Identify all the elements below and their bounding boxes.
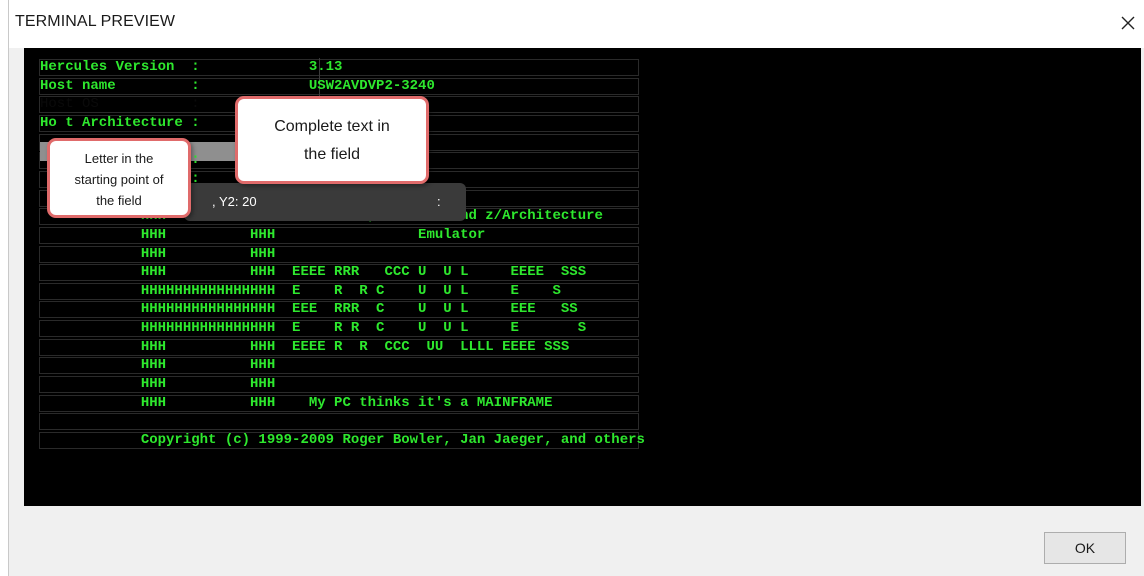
- terminal-line: HHH HHH: [40, 246, 276, 262]
- tooltip-left-text: , Y2: 20: [212, 194, 257, 209]
- close-icon: [1121, 16, 1135, 30]
- ok-button[interactable]: OK: [1044, 532, 1126, 564]
- close-button[interactable]: [1111, 6, 1144, 40]
- terminal-line: HHH HHH Emulator: [40, 227, 486, 243]
- callout-complete-text: Complete text in the field: [235, 96, 429, 184]
- terminal-screen: Hercules Version : 3.13 Host name : USW2A…: [24, 48, 1141, 506]
- terminal-line: HHHHHHHHHHHHHHHH EEE RRR C U U L EEE SS: [40, 301, 578, 317]
- terminal-row-frame: [39, 413, 639, 430]
- terminal-line: HHH HHH EEEE R R CCC UU LLLL EEEE SSS: [40, 339, 570, 355]
- tooltip-right-text: :: [437, 194, 441, 209]
- terminal-line: HHHHHHHHHHHHHHHH E R R C U U L E S: [40, 283, 561, 299]
- callout-start-letter-line-2: starting point of: [74, 172, 164, 187]
- callout-complete-text-line-2: the field: [303, 146, 361, 163]
- title-bar: TERMINAL PREVIEW: [9, 0, 1144, 48]
- callout-start-letter-line-3: the field: [96, 193, 142, 208]
- terminal-line: HHH HHH: [40, 376, 276, 392]
- terminal-line: Hercules Version : 3.13: [40, 59, 343, 75]
- terminal-line: HHH HHH: [40, 357, 276, 373]
- window-title: TERMINAL PREVIEW: [15, 13, 176, 30]
- callout-complete-text-line-1: Complete text in: [274, 118, 390, 135]
- terminal-line: Host name : USW2AVDVP2-3240: [40, 78, 435, 94]
- terminal-line: Copyright (c) 1999-2009 Roger Bowler, Ja…: [40, 432, 645, 448]
- terminal-preview-window: TERMINAL PREVIEW Hercules Version : 3.13…: [8, 0, 1144, 576]
- coordinates-tooltip: , Y2: 20 :: [184, 183, 466, 221]
- terminal-line: Ho t Architecture :: [40, 115, 200, 131]
- terminal-line: HHH HHH EEEE RRR CCC U U L EEEE SSS: [40, 264, 587, 280]
- callout-start-letter: Letter in the starting point of the fiel…: [47, 138, 191, 218]
- callout-start-letter-line-1: Letter in the: [84, 151, 154, 166]
- terminal-line: HHH HHH My PC thinks it's a MAINFRAME: [40, 395, 553, 411]
- terminal-line: HHHHHHHHHHHHHHHH E R R C U U L E S: [40, 320, 587, 336]
